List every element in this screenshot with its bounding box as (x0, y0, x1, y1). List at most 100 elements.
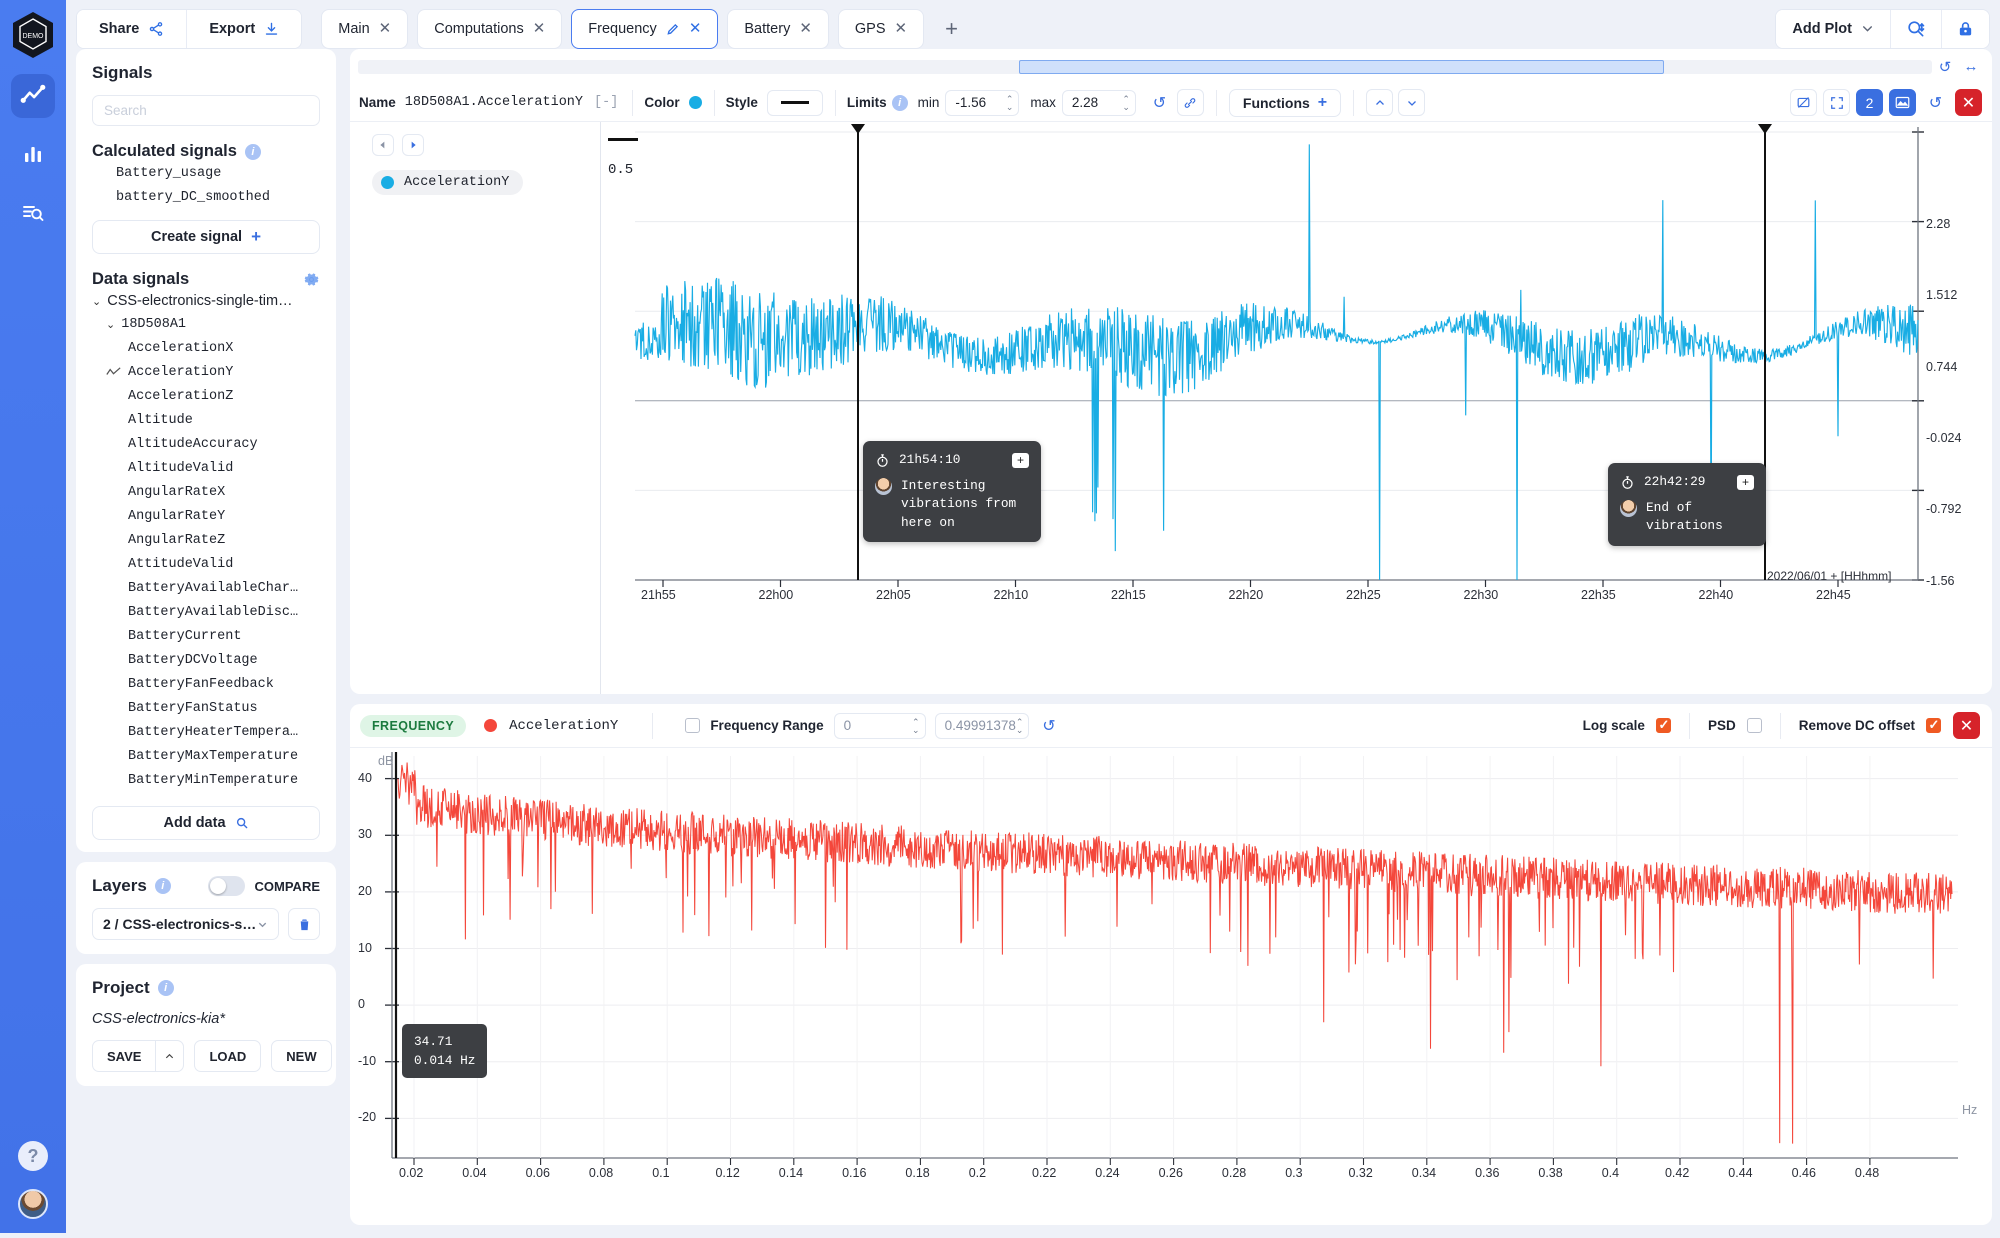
signal-item[interactable]: AngularRateX (92, 480, 320, 504)
timeseries-chart[interactable]: 2.28 1.512 0.744 -0.024 -0.792 -1.56 21h… (633, 122, 1992, 694)
frequency-svg[interactable] (350, 748, 1992, 1238)
functions-button[interactable]: Functions + (1229, 89, 1341, 117)
tree-root[interactable]: ⌄ CSS-electronics-single-tim… (92, 289, 320, 313)
rail-item-bar-chart[interactable] (11, 132, 55, 176)
info-icon[interactable]: i (158, 980, 174, 996)
close-icon[interactable]: ✕ (689, 21, 702, 36)
rail-item-timeseries[interactable] (11, 74, 55, 118)
stepper-icon[interactable]: ⌃⌄ (912, 718, 920, 734)
layer-2-button[interactable]: 2 (1856, 89, 1883, 116)
reset-frequency-range-button[interactable]: ↺ (1035, 712, 1062, 739)
add-plot-button[interactable]: Add Plot (1776, 10, 1891, 48)
signal-item[interactable]: BatteryCurrent (92, 624, 320, 648)
delete-layer-button[interactable] (288, 908, 320, 940)
stepper-icon[interactable]: ⌃⌄ (1006, 95, 1014, 111)
signal-item[interactable]: BatteryMinTemperature (92, 768, 320, 792)
frequency-range-min-input[interactable]: 0 ⌃⌄ (834, 713, 926, 739)
scroll-fit-button[interactable]: ↔ (1958, 58, 1984, 75)
reset-plot-button[interactable]: ↺ (1922, 89, 1949, 116)
layer-select[interactable]: 2 / CSS-electronics-sin… (92, 908, 279, 940)
signal-item[interactable]: AngularRateY (92, 504, 320, 528)
load-button[interactable]: LOAD (194, 1040, 261, 1072)
signal-item[interactable]: BatteryFanFeedback (92, 672, 320, 696)
signal-name[interactable]: 18D508A1.AccelerationY (405, 95, 583, 110)
signal-item[interactable]: AccelerationY (92, 360, 320, 384)
tab-main[interactable]: Main ✕ (321, 9, 408, 49)
scroll-track[interactable] (358, 60, 1932, 74)
signal-item[interactable]: AccelerationZ (92, 384, 320, 408)
frequency-range-max-input[interactable]: 0.49991378 ⌃⌄ (935, 713, 1030, 739)
close-plot-button[interactable]: ✕ (1955, 89, 1982, 116)
tab-gps[interactable]: GPS ✕ (838, 9, 924, 49)
export-button[interactable]: Export (187, 10, 301, 48)
remove-dc-offset-checkbox[interactable] (1926, 718, 1941, 733)
frequency-range-checkbox[interactable] (685, 718, 700, 733)
scroll-reset-button[interactable]: ↺ (1932, 58, 1958, 76)
info-icon[interactable]: i (892, 95, 908, 111)
new-button[interactable]: NEW (271, 1040, 331, 1072)
search-input[interactable]: Search (92, 95, 320, 126)
signal-item[interactable]: BatteryAvailableDisc… (92, 600, 320, 624)
fullscreen-button[interactable] (1823, 89, 1850, 116)
compare-toggle[interactable] (208, 876, 245, 896)
annotation-1[interactable]: 21h54:10 + Interesting vibrations from h… (863, 441, 1041, 542)
signal-item[interactable]: AngularRateZ (92, 528, 320, 552)
max-input[interactable]: 2.28 ⌃⌄ (1062, 90, 1136, 116)
signal-item[interactable]: BatteryAvailableChar… (92, 576, 320, 600)
legend-item-accelerationy[interactable]: AccelerationY (372, 170, 523, 195)
add-annotation-icon[interactable]: + (1737, 475, 1754, 490)
legend-prev-button[interactable] (372, 134, 394, 156)
style-select[interactable] (767, 90, 823, 116)
close-icon[interactable]: ✕ (533, 21, 546, 36)
tree-device[interactable]: ⌄ 18D508A1 (92, 313, 320, 336)
close-frequency-plot-button[interactable]: ✕ (1953, 712, 1980, 739)
share-button[interactable]: Share (77, 10, 187, 48)
add-tab-button[interactable]: + (945, 16, 958, 42)
signal-item[interactable]: AccelerationX (92, 336, 320, 360)
save-options-button[interactable] (155, 1040, 184, 1072)
pencil-icon[interactable] (666, 22, 680, 36)
close-icon[interactable]: ✕ (379, 21, 392, 36)
color-swatch[interactable] (689, 96, 702, 109)
gear-icon[interactable] (303, 271, 320, 288)
info-icon[interactable]: i (155, 878, 171, 894)
signal-item[interactable]: AttitudeValid (92, 552, 320, 576)
scroll-thumb[interactable] (1019, 60, 1664, 74)
min-input[interactable]: -1.56 ⌃⌄ (945, 90, 1019, 116)
save-button[interactable]: SAVE (92, 1040, 155, 1072)
time-scrollbar[interactable]: ↺ ↔ (350, 49, 1992, 84)
signal-item[interactable]: AltitudeValid (92, 456, 320, 480)
signal-item[interactable]: BatteryMaxTemperature (92, 744, 320, 768)
log-scale-checkbox[interactable] (1656, 718, 1671, 733)
tab-battery[interactable]: Battery ✕ (727, 9, 829, 49)
close-icon[interactable]: ✕ (799, 21, 812, 36)
frequency-chart[interactable]: dB Hz 403020100-10-20 0.020.040.060.080.… (350, 748, 1992, 1225)
psd-checkbox[interactable] (1747, 718, 1762, 733)
lock-button[interactable] (1942, 10, 1989, 48)
link-limits-button[interactable] (1177, 89, 1204, 116)
signal-item[interactable]: AltitudeAccuracy (92, 432, 320, 456)
help-icon[interactable]: ? (18, 1141, 48, 1171)
stepper-icon[interactable]: ⌃⌄ (1122, 95, 1130, 111)
add-data-button[interactable]: Add data (92, 806, 320, 840)
search-zoom-button[interactable] (1891, 10, 1942, 48)
signal-item[interactable]: BatteryDCVoltage (92, 648, 320, 672)
avatar[interactable] (18, 1189, 48, 1219)
move-down-button[interactable] (1398, 89, 1425, 116)
snapshot-button[interactable] (1889, 89, 1916, 116)
stepper-icon[interactable]: ⌃⌄ (1016, 718, 1024, 734)
calculated-signal-item[interactable]: Battery_usage (92, 161, 320, 185)
calculated-signal-item[interactable]: battery_DC_smoothed (92, 185, 320, 209)
hide-legend-button[interactable] (1790, 89, 1817, 116)
signal-item[interactable]: Altitude (92, 408, 320, 432)
annotation-2[interactable]: 22h42:29 + End of vibrations (1608, 463, 1766, 546)
reset-limits-button[interactable]: ↺ (1146, 89, 1173, 116)
signal-item[interactable]: BatteryFanStatus (92, 696, 320, 720)
add-annotation-icon[interactable]: + (1012, 453, 1029, 468)
tab-frequency[interactable]: Frequency ✕ (571, 9, 718, 49)
legend-next-button[interactable] (402, 134, 424, 156)
timeseries-svg[interactable] (633, 122, 1993, 694)
rail-item-data-search[interactable] (11, 190, 55, 234)
create-signal-button[interactable]: Create signal + (92, 220, 320, 254)
info-icon[interactable]: i (245, 144, 261, 160)
